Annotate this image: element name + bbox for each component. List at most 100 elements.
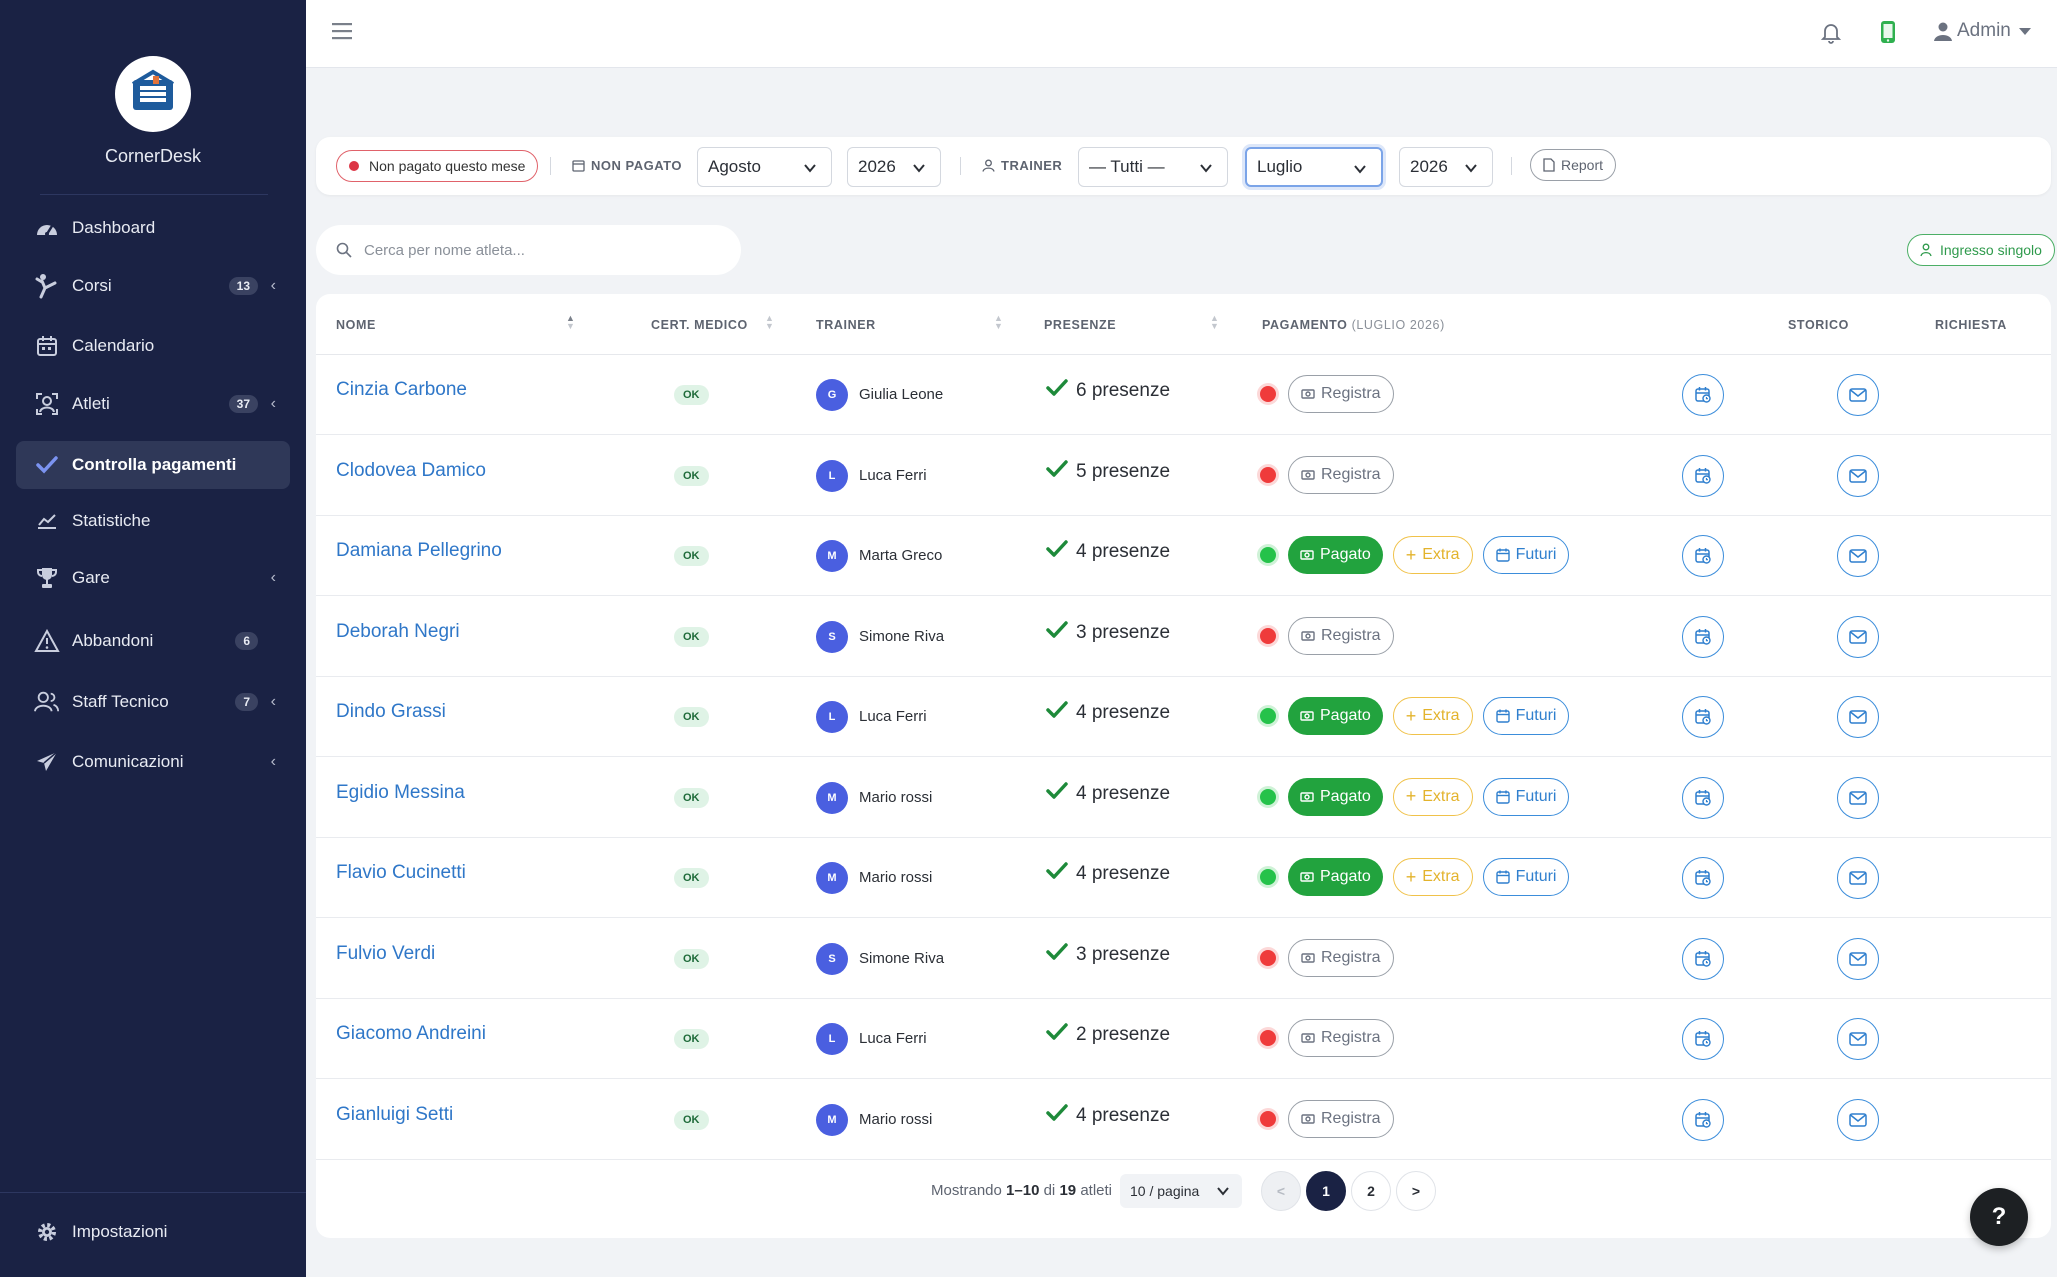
future-payments-button[interactable]: Futuri (1482, 697, 1570, 735)
register-payment-button[interactable]: Registra (1288, 1099, 1394, 1138)
year-value: 2026 (1410, 157, 1448, 176)
request-email-button[interactable] (1837, 615, 1879, 658)
sort-icon[interactable]: ▲ ▼ (765, 314, 774, 331)
sidebar-item-corsi[interactable]: Corsi 13 ‹ (16, 262, 290, 310)
history-button[interactable] (1682, 615, 1724, 658)
search-input[interactable] (364, 241, 724, 259)
athlete-name-link[interactable]: Giacomo Andreini (336, 1023, 486, 1045)
year-select[interactable]: 2026 (1399, 147, 1493, 187)
trainer-avatar: L (816, 1023, 848, 1055)
future-payments-button[interactable]: Futuri (1482, 858, 1570, 896)
page-2-button[interactable]: 2 (1351, 1171, 1391, 1211)
sort-icon[interactable]: ▲ ▼ (566, 314, 575, 331)
register-payment-button[interactable]: Registra (1288, 1019, 1394, 1057)
history-button[interactable] (1682, 776, 1724, 819)
register-payment-button[interactable]: Registra (1288, 455, 1394, 494)
col-header-nome[interactable]: NOME (336, 318, 376, 332)
history-button[interactable] (1682, 937, 1724, 980)
history-button[interactable] (1682, 1098, 1724, 1141)
unpaid-this-month-filter[interactable]: Non pagato questo mese (336, 150, 539, 182)
sidebar-item-staff-tecnico[interactable]: Staff Tecnico 7 ‹ (16, 678, 290, 726)
month-select[interactable]: Luglio (1245, 147, 1383, 187)
sidebar-item-atleti[interactable]: Atleti 37 ‹ (16, 380, 290, 428)
table-row: Giacomo Andreini OK L Luca Ferri 2 prese… (316, 999, 2051, 1079)
unpaid-month-select[interactable]: Agosto (697, 147, 832, 187)
col-header-presenze[interactable]: PRESENZE (1044, 318, 1116, 332)
request-email-button[interactable] (1837, 454, 1879, 497)
sidebar-item-gare[interactable]: Gare ‹ (16, 554, 290, 602)
request-email-button[interactable] (1837, 535, 1879, 577)
future-payments-button[interactable]: Futuri (1482, 777, 1570, 816)
sidebar-item-statistiche[interactable]: Statistiche (16, 497, 290, 545)
extra-button[interactable]: + Extra (1392, 858, 1473, 896)
menu-toggle-icon[interactable] (332, 22, 352, 45)
trainer-name: Simone Riva (859, 627, 945, 645)
future-payments-button[interactable]: Futuri (1482, 536, 1570, 574)
brand-block: CornerDesk (0, 56, 306, 167)
sidebar-item-dashboard[interactable]: Dashboard (16, 204, 290, 252)
cert-status-badge: OK (674, 546, 709, 566)
col-header-cert[interactable]: CERT. MEDICO (651, 318, 748, 332)
pagination-suffix: atleti (1080, 1182, 1112, 1199)
history-button[interactable] (1682, 696, 1724, 738)
register-payment-button[interactable]: Registra (1288, 375, 1394, 413)
paid-button[interactable]: Pagato (1288, 777, 1383, 816)
sidebar-divider (0, 1192, 306, 1193)
mobile-phone-icon[interactable] (1880, 20, 1896, 49)
user-menu[interactable]: Admin (1933, 20, 2031, 42)
register-label: Registra (1321, 1109, 1381, 1127)
chevron-down-icon (913, 164, 925, 173)
extra-button[interactable]: + Extra (1392, 777, 1473, 816)
paid-button[interactable]: Pagato (1288, 697, 1383, 735)
col-header-trainer[interactable]: TRAINER (816, 318, 876, 332)
brand-logo[interactable] (115, 56, 191, 132)
register-payment-button[interactable]: Registra (1288, 938, 1394, 977)
sidebar-item-comunicazioni[interactable]: Comunicazioni ‹ (16, 738, 290, 786)
help-button[interactable]: ? (1970, 1188, 2028, 1246)
athlete-name-link[interactable]: Deborah Negri (336, 621, 460, 643)
sort-icon[interactable]: ▲ ▼ (994, 314, 1003, 331)
history-button[interactable] (1682, 454, 1724, 497)
athlete-name-link[interactable]: Gianluigi Setti (336, 1104, 453, 1126)
athlete-name-link[interactable]: Clodovea Damico (336, 460, 486, 482)
request-email-button[interactable] (1837, 1098, 1879, 1141)
single-entry-button[interactable]: Ingresso singolo (1907, 234, 2055, 266)
trainer-select[interactable]: — Tutti — (1078, 147, 1228, 187)
request-email-button[interactable] (1837, 1018, 1879, 1060)
history-button[interactable] (1682, 535, 1724, 577)
history-button[interactable] (1682, 1018, 1724, 1060)
request-email-button[interactable] (1837, 857, 1879, 899)
sidebar-item-calendario[interactable]: Calendario (16, 322, 290, 370)
sidebar-item-abbandoni[interactable]: Abbandoni 6 (16, 617, 290, 665)
paid-button[interactable]: Pagato (1288, 536, 1383, 574)
request-email-button[interactable] (1837, 937, 1879, 980)
extra-button[interactable]: + Extra (1392, 697, 1473, 735)
sidebar-item-impostazioni[interactable]: Impostazioni (16, 1208, 290, 1256)
request-email-button[interactable] (1837, 374, 1879, 416)
history-button[interactable] (1682, 857, 1724, 899)
athlete-name-link[interactable]: Cinzia Carbone (336, 379, 467, 401)
sort-icon[interactable]: ▲ ▼ (1210, 314, 1219, 331)
request-email-button[interactable] (1837, 776, 1879, 819)
history-button[interactable] (1682, 374, 1724, 416)
per-page-select[interactable]: 10 / pagina (1120, 1174, 1242, 1208)
bell-icon[interactable] (1820, 22, 1842, 49)
prev-page-button[interactable]: < (1261, 1171, 1301, 1211)
next-page-button[interactable]: > (1396, 1171, 1436, 1211)
money-icon (1300, 711, 1314, 721)
page-1-button[interactable]: 1 (1306, 1171, 1346, 1211)
athlete-name-link[interactable]: Flavio Cucinetti (336, 862, 466, 884)
athlete-name-link[interactable]: Dindo Grassi (336, 701, 446, 723)
unpaid-year-select[interactable]: 2026 (847, 147, 941, 187)
athlete-name-link[interactable]: Fulvio Verdi (336, 943, 435, 965)
register-payment-button[interactable]: Registra (1288, 616, 1394, 655)
report-button[interactable]: Report (1530, 149, 1617, 181)
request-email-button[interactable] (1837, 696, 1879, 738)
extra-button[interactable]: + Extra (1392, 536, 1473, 574)
paid-button[interactable]: Pagato (1288, 858, 1383, 896)
athlete-name-link[interactable]: Egidio Messina (336, 782, 465, 804)
athlete-name-link[interactable]: Damiana Pellegrino (336, 540, 502, 562)
plus-icon: + (1405, 786, 1417, 806)
envelope-icon (1849, 951, 1867, 966)
sidebar-item-controlla-pagamenti[interactable]: Controlla pagamenti (16, 441, 290, 489)
